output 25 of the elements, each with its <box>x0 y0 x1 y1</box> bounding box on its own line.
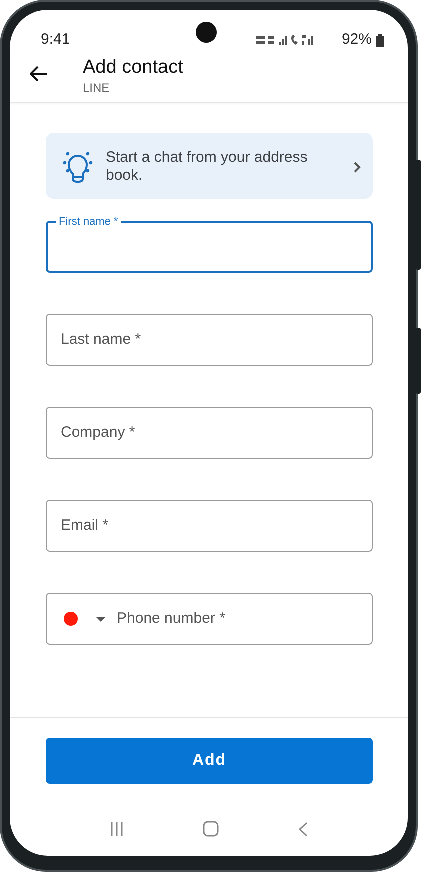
field-placeholder: Company * <box>61 422 136 443</box>
recent-apps-icon[interactable] <box>110 822 124 836</box>
chevron-right-icon <box>354 162 361 172</box>
battery-level: 92% <box>342 30 372 50</box>
text-field[interactable]: Last name * <box>46 314 373 366</box>
clock-time: 9:41 <box>41 30 70 50</box>
screen-subtitle: LINE <box>83 80 111 96</box>
field-placeholder: Last name * <box>61 330 142 350</box>
flag-dot[interactable] <box>64 612 78 626</box>
battery-icon <box>376 34 384 46</box>
dropdown-caret-icon[interactable] <box>96 616 106 622</box>
back-icon[interactable] <box>30 66 48 82</box>
back-nav-icon[interactable] <box>299 822 308 836</box>
field-placeholder: Email * <box>61 516 109 536</box>
address-book-banner[interactable]: Start a chat from your address book. <box>46 133 373 199</box>
lightbulb-icon <box>62 150 94 184</box>
home-icon[interactable] <box>203 821 220 837</box>
add-button[interactable]: Add <box>46 738 373 784</box>
screen-title: Add contact <box>83 56 184 80</box>
field-placeholder: Phone number * <box>117 608 226 629</box>
banner-text: Start a chat from your address book. <box>106 149 309 185</box>
text-field[interactable]: Email * <box>46 500 373 552</box>
camera-hole <box>196 22 217 43</box>
phone-number-field[interactable]: Phone number * <box>46 593 373 645</box>
text-field[interactable]: Company * <box>46 407 373 459</box>
